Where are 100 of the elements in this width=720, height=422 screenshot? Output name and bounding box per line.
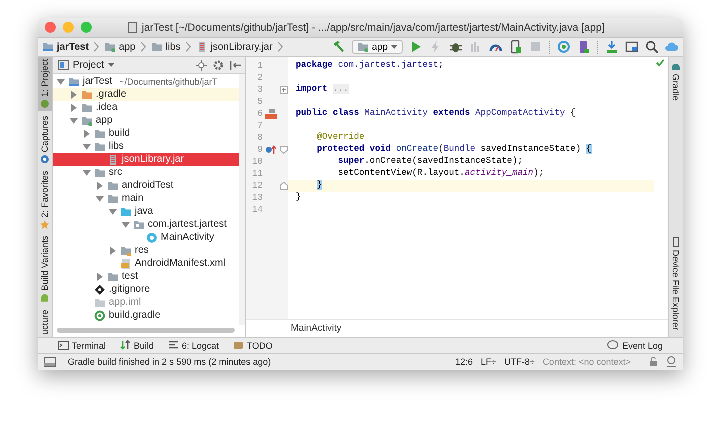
breadcrumb[interactable]: libs — [166, 42, 181, 52]
caret-position[interactable]: 12:6 — [456, 357, 474, 367]
collapse-arrow-icon[interactable] — [70, 116, 78, 124]
fold-icon[interactable] — [280, 182, 288, 190]
tree-item[interactable]: java — [53, 205, 239, 218]
tool-window-tab[interactable]: 1: Project — [38, 57, 52, 112]
expand-arrow-icon[interactable] — [109, 246, 117, 254]
fold-icon[interactable] — [280, 146, 288, 154]
phone-icon[interactable] — [577, 40, 591, 54]
sync-icon[interactable] — [557, 40, 571, 54]
file-encoding[interactable]: UTF-8÷ — [504, 357, 535, 367]
tree-item[interactable]: MainActivity — [53, 231, 239, 244]
download-icon[interactable] — [605, 40, 619, 54]
tree-item[interactable]: build.gradle — [53, 309, 239, 322]
tool-window-button[interactable]: TODO — [233, 340, 273, 351]
folder-icon — [68, 76, 80, 88]
folder-icon — [357, 41, 370, 53]
tool-window-button[interactable]: 6: Logcat — [168, 340, 220, 351]
tree-item[interactable]: .gitignore — [53, 283, 239, 296]
tool-window-tab[interactable]: Build Variants — [38, 234, 52, 306]
tree-item[interactable]: com.jartest.jartest — [53, 218, 239, 231]
tree-item[interactable]: app — [53, 114, 239, 127]
window-icon[interactable] — [625, 40, 639, 54]
collapse-arrow-icon[interactable] — [57, 78, 65, 86]
status-message: Gradle build finished in 2 s 590 ms (2 minutes ago) — [68, 357, 272, 367]
hammer-icon[interactable] — [332, 40, 346, 54]
folder-icon — [42, 41, 54, 53]
caret-icon — [108, 63, 116, 67]
tree-item[interactable]: test — [53, 270, 239, 283]
diamond-icon — [94, 284, 106, 296]
chevron-icon — [186, 42, 191, 52]
lock-icon[interactable] — [649, 357, 658, 367]
inspector-icon[interactable] — [666, 356, 677, 368]
tool-window-tab[interactable]: Captures — [38, 114, 52, 166]
line-separator[interactable]: LF÷ — [481, 357, 496, 367]
code-line: setContentView(R.layout.activity_main); — [337, 168, 546, 180]
tree-item[interactable]: AndroidManifest.xml — [53, 257, 239, 270]
folder-icon — [107, 180, 119, 192]
tool-window-tab[interactable]: Gradle — [669, 61, 683, 102]
folder-icon — [104, 41, 116, 53]
cloud-icon[interactable] — [665, 40, 679, 54]
tool-window-button[interactable]: Build — [120, 340, 154, 351]
expand-arrow-icon[interactable] — [70, 104, 78, 112]
breadcrumb[interactable]: jarTest — [57, 42, 90, 52]
collapse-arrow-icon[interactable] — [96, 194, 104, 202]
hide-icon[interactable] — [230, 60, 241, 70]
tree-item[interactable]: main — [53, 192, 239, 205]
tree-item[interactable]: .gradle — [53, 88, 239, 101]
expand-arrow-icon[interactable] — [83, 130, 91, 138]
expand-arrow-icon[interactable] — [96, 272, 104, 280]
collapse-arrow-icon[interactable] — [122, 220, 130, 228]
close-button[interactable] — [45, 22, 56, 33]
settings-icon[interactable] — [213, 60, 224, 70]
line-number: 7 — [256, 121, 263, 131]
tree-item[interactable]: src — [53, 166, 239, 179]
expand-arrow-icon[interactable] — [96, 182, 104, 190]
tree-item[interactable]: jarTest ~/Documents/github/jarT — [53, 75, 239, 88]
override-icon[interactable] — [265, 145, 277, 155]
collapse-arrow-icon[interactable] — [83, 168, 91, 176]
folder-icon — [107, 270, 119, 282]
tree-item[interactable]: jsonLibrary.jar — [53, 153, 239, 166]
phone-icon — [671, 237, 681, 248]
list-icon — [168, 340, 180, 351]
panel-toggle-icon[interactable] — [44, 357, 56, 367]
expand-fold-icon[interactable] — [280, 86, 288, 94]
run-icon[interactable] — [409, 40, 423, 54]
breadcrumb[interactable]: app — [119, 42, 136, 52]
tool-window-tab[interactable]: ucture — [38, 308, 52, 337]
tree-item[interactable]: res — [53, 244, 239, 257]
tool-window-tab[interactable]: 2: Favorites — [38, 168, 52, 232]
folder-icon — [94, 296, 106, 308]
path-note: ~/Documents/github/jarT — [119, 76, 218, 86]
scrollbar[interactable] — [57, 328, 235, 333]
tool-window-tab[interactable]: Device File Explorer — [669, 237, 683, 331]
chevron-icon — [278, 42, 283, 52]
code-line: } — [295, 192, 302, 204]
tool-window-button[interactable]: Terminal — [58, 340, 106, 351]
crosshair-icon[interactable] — [196, 60, 207, 70]
view-dropdown[interactable]: Project — [58, 60, 116, 70]
layout-icon[interactable] — [265, 109, 277, 119]
search-icon[interactable] — [645, 40, 659, 54]
collapse-arrow-icon[interactable] — [109, 208, 117, 216]
folder-icon — [133, 218, 145, 230]
collapse-arrow-icon[interactable] — [83, 142, 91, 150]
chevron-icon — [140, 42, 146, 52]
tree-item[interactable]: build — [53, 127, 239, 140]
tree-item[interactable]: .idea — [53, 101, 239, 114]
run-config-dropdown[interactable]: app — [352, 40, 403, 54]
chevron-icon — [94, 42, 100, 52]
event-log-button[interactable]: Event Log — [607, 340, 663, 351]
code-line: public class MainActivity extends AppCompatActivity { — [295, 108, 577, 120]
tree-item[interactable]: libs — [53, 140, 239, 153]
code-line: import ... — [295, 84, 350, 96]
zoom-button[interactable] — [81, 22, 92, 33]
line-number: 14 — [251, 205, 263, 215]
phone-icon[interactable] — [509, 40, 523, 54]
breadcrumb[interactable]: MainActivity — [291, 323, 342, 334]
expand-arrow-icon[interactable] — [70, 90, 78, 98]
breadcrumb[interactable]: jsonLibrary.jar — [210, 42, 273, 52]
tree-item[interactable]: androidTest — [53, 179, 239, 192]
